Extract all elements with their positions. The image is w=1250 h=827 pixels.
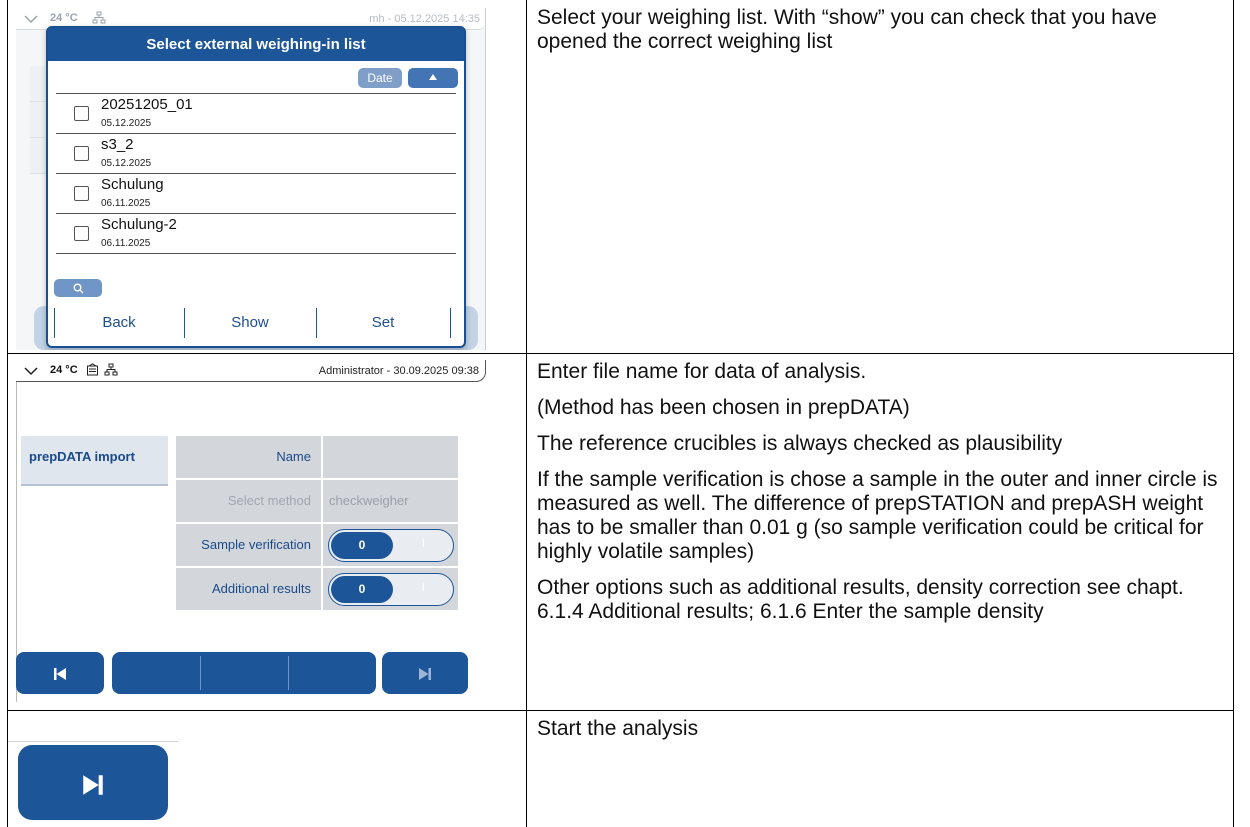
show-button[interactable]: Show: [194, 306, 306, 340]
name-field[interactable]: [323, 436, 458, 478]
screenshot-cell-3: [7, 710, 527, 827]
toggle-off-label: I: [421, 580, 425, 594]
dialog-footer: Back Show Set: [54, 306, 458, 340]
verification-label: Sample verification: [176, 524, 321, 566]
search-button[interactable]: [54, 279, 102, 297]
chevron-down-icon[interactable]: [24, 10, 38, 25]
skip-forward-icon: [80, 767, 106, 798]
list-item-checkbox[interactable]: [74, 106, 89, 121]
caret-up-icon: [428, 72, 438, 83]
list-item-checkbox[interactable]: [74, 226, 89, 241]
temperature-readout: 24 °C: [50, 364, 78, 376]
weighing-list-screen: 24 °C mh - 05.12.2025 14:35 Select exter…: [16, 8, 486, 350]
skip-forward-icon: [417, 663, 433, 683]
screenshot-cell-1: 24 °C mh - 05.12.2025 14:35 Select exter…: [7, 0, 527, 354]
instruction-text: Start the analysis: [537, 717, 699, 740]
skip-forward-button[interactable]: [382, 652, 468, 694]
list-item-name: Schulung: [101, 176, 164, 193]
list-item-name: 20251205_01: [101, 96, 193, 113]
navigation-bar: [16, 652, 486, 694]
additional-results-toggle[interactable]: 0 I: [328, 573, 454, 606]
list-item[interactable]: s3_2 05.12.2025: [56, 134, 456, 174]
description-cell-2: Enter file name for data of analysis. (M…: [526, 353, 1234, 711]
skip-back-icon: [52, 663, 68, 683]
instruction-text: If the sample verification is chose a sa…: [537, 468, 1218, 563]
prepdata-import-screen: 24 °C Administrator - 30.09.2025 09:38 p…: [16, 360, 486, 704]
method-label: Select method: [176, 480, 321, 522]
sort-date-button[interactable]: Date: [358, 68, 402, 88]
instruction-text: (Method has been chosen in prepDATA): [537, 396, 910, 419]
chevron-down-icon[interactable]: [24, 362, 38, 377]
network-icon: [104, 362, 118, 377]
method-row: Select method checkweigher: [176, 480, 458, 522]
toggle-knob: 0: [331, 576, 393, 603]
select-list-dialog: Select external weighing-in list Date 20…: [46, 26, 466, 348]
list-item-checkbox[interactable]: [74, 146, 89, 161]
instruction-text: Select your weighing list. With “show” y…: [537, 6, 1157, 53]
sort-direction-button[interactable]: [408, 68, 458, 88]
additional-label: Additional results: [176, 568, 321, 610]
list-item-checkbox[interactable]: [74, 186, 89, 201]
method-value: checkweigher: [323, 480, 458, 522]
instruction-text: The reference crucibles is always checke…: [537, 432, 1063, 455]
sort-controls: Date: [48, 61, 464, 89]
list-item-date: 06.11.2025: [101, 238, 151, 249]
weighing-list: 20251205_01 05.12.2025 s3_2 05.12.2025 S…: [56, 93, 456, 254]
search-icon: [73, 281, 84, 295]
instruction-table: 24 °C mh - 05.12.2025 14:35 Select exter…: [7, 0, 1234, 827]
skip-back-button[interactable]: [16, 652, 104, 694]
divider: [200, 656, 201, 690]
dialog-title: Select external weighing-in list: [48, 28, 464, 61]
list-item[interactable]: Schulung-2 06.11.2025: [56, 214, 456, 254]
list-item-name: Schulung-2: [101, 216, 177, 233]
additional-row: Additional results 0 I: [176, 568, 458, 610]
divider: [450, 308, 451, 338]
list-item-name: s3_2: [101, 136, 134, 153]
toggle-off-label: I: [421, 536, 425, 550]
temperature-readout: 24 °C: [50, 12, 78, 24]
user-timestamp: mh - 05.12.2025 14:35: [369, 13, 480, 25]
description-cell-3: Start the analysis: [526, 710, 1234, 827]
divider: [288, 656, 289, 690]
sidebar-item-prepdata-import[interactable]: prepDATA import: [21, 436, 168, 486]
back-button[interactable]: Back: [64, 306, 174, 340]
instruction-text: Enter file name for data of analysis.: [537, 360, 867, 383]
start-analysis-button[interactable]: [18, 745, 168, 820]
import-form: Name Select method checkweigher Sample v…: [176, 436, 458, 612]
list-item[interactable]: Schulung 06.11.2025: [56, 174, 456, 214]
verification-row: Sample verification 0 I: [176, 524, 458, 566]
verification-toggle[interactable]: 0 I: [328, 529, 454, 562]
navigation-middle: [112, 652, 376, 694]
list-item[interactable]: 20251205_01 05.12.2025: [56, 94, 456, 134]
divider: [316, 308, 317, 338]
list-item-date: 05.12.2025: [101, 118, 152, 129]
status-bar: 24 °C Administrator - 30.09.2025 09:38: [16, 360, 486, 382]
user-timestamp: Administrator - 30.09.2025 09:38: [318, 365, 479, 377]
toggle-knob: 0: [331, 532, 393, 559]
network-icon: [92, 10, 106, 25]
list-item-date: 05.12.2025: [101, 158, 152, 169]
divider: [8, 741, 178, 742]
screenshot-cell-2: 24 °C Administrator - 30.09.2025 09:38 p…: [7, 353, 527, 711]
name-row: Name: [176, 436, 458, 478]
set-button[interactable]: Set: [326, 306, 440, 340]
list-item-date: 06.11.2025: [101, 198, 151, 209]
document-icon: [86, 362, 99, 376]
description-cell-1: Select your weighing list. With “show” y…: [526, 0, 1234, 354]
name-label: Name: [176, 436, 321, 478]
divider: [184, 308, 185, 338]
instruction-text: Other options such as additional results…: [537, 576, 1184, 623]
divider: [54, 308, 55, 338]
